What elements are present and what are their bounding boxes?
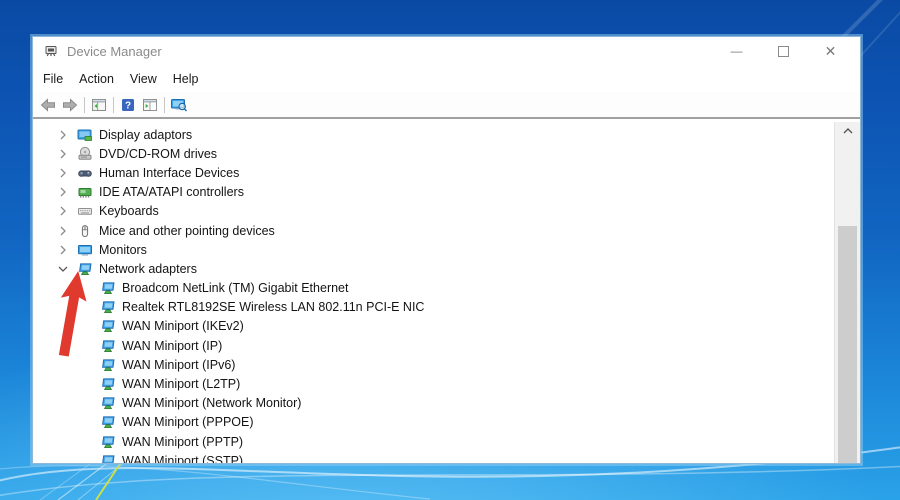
device-tree: Display adaptors DVD/CD-ROM drives Human I… <box>33 122 835 463</box>
tree-item-label: IDE ATA/ATAPI controllers <box>99 185 244 200</box>
tree-item[interactable]: WAN Miniport (Network Monitor) <box>33 394 835 413</box>
monitor-icon <box>77 242 93 258</box>
tree-item-label: Human Interface Devices <box>99 165 240 180</box>
tree-item[interactable]: Broadcom NetLink (TM) Gigabit Ethernet <box>33 279 835 298</box>
tree-item[interactable]: IDE ATA/ATAPI controllers <box>33 183 835 202</box>
scan-hardware-button[interactable] <box>168 94 190 116</box>
device-manager-icon <box>43 43 59 59</box>
tree-item-label: Broadcom NetLink (TM) Gigabit Ethernet <box>122 281 349 296</box>
tree-item-label: WAN Miniport (Network Monitor) <box>122 396 302 411</box>
properties-button[interactable] <box>139 94 161 116</box>
tree-item[interactable]: Human Interface Devices <box>33 163 835 182</box>
chevron-right-icon[interactable] <box>55 203 71 219</box>
help-button[interactable]: ? <box>117 94 139 116</box>
menu-bar: File Action View Help <box>33 65 860 92</box>
tree-item[interactable]: Realtek RTL8192SE Wireless LAN 802.11n P… <box>33 298 835 317</box>
tree-item-label: WAN Miniport (IKEv2) <box>122 319 244 334</box>
device-manager-window: Device Manager — ✕ File Action View Help… <box>32 36 861 464</box>
tree-item-label: WAN Miniport (PPTP) <box>122 434 244 449</box>
tree-item[interactable]: WAN Miniport (SSTP) <box>33 451 835 463</box>
tree-item-label: Monitors <box>99 242 147 257</box>
network-adapter-icon <box>100 299 116 315</box>
scrollbar-thumb[interactable] <box>838 226 857 463</box>
tree-item-label: WAN Miniport (IP) <box>122 338 223 353</box>
window-title: Device Manager <box>67 43 162 59</box>
menu-view[interactable]: View <box>122 72 165 86</box>
tree-item[interactable]: Network adapters <box>33 259 835 278</box>
maximize-icon <box>778 45 789 57</box>
tree-item[interactable]: WAN Miniport (PPPOE) <box>33 413 835 432</box>
network-adapter-icon <box>100 434 116 450</box>
tree-item[interactable]: WAN Miniport (PPTP) <box>33 432 835 451</box>
maximize-button[interactable] <box>760 37 807 65</box>
network-adapter-icon <box>100 318 116 334</box>
tree-item[interactable]: DVD/CD-ROM drives <box>33 144 835 163</box>
chevron-right-icon[interactable] <box>55 127 71 143</box>
tree-item-label: WAN Miniport (IPv6) <box>122 357 236 372</box>
chevron-right-icon[interactable] <box>55 146 71 162</box>
chevron-right-icon[interactable] <box>55 223 71 239</box>
dvd-drive-icon <box>77 146 93 162</box>
tree-item-label: WAN Miniport (SSTP) <box>122 453 244 463</box>
menu-file[interactable]: File <box>35 72 71 86</box>
tree-item-label: Network adapters <box>99 261 197 276</box>
network-adapter-icon <box>100 357 116 373</box>
tree-item[interactable]: WAN Miniport (IKEv2) <box>33 317 835 336</box>
tree-item[interactable]: Monitors <box>33 240 835 259</box>
toolbar-separator <box>164 96 165 113</box>
hid-device-icon <box>77 165 93 181</box>
title-bar[interactable]: Device Manager — ✕ <box>33 37 860 65</box>
network-adapter-icon <box>100 453 116 463</box>
tree-item-label: Realtek RTL8192SE Wireless LAN 802.11n P… <box>122 300 425 315</box>
chevron-right-icon[interactable] <box>55 242 71 258</box>
network-adapter-icon <box>100 338 116 354</box>
minimize-button[interactable]: — <box>713 37 760 65</box>
tree-item-label: Mice and other pointing devices <box>99 223 275 238</box>
chevron-right-icon[interactable] <box>55 165 71 181</box>
vertical-scrollbar[interactable] <box>834 122 860 463</box>
toolbar: ? <box>33 92 860 119</box>
tree-item-label: WAN Miniport (L2TP) <box>122 377 241 392</box>
display-adapter-icon <box>77 127 93 143</box>
tree-item-label: Keyboards <box>99 204 159 219</box>
tree-item[interactable]: WAN Miniport (IP) <box>33 336 835 355</box>
tree-item[interactable]: WAN Miniport (L2TP) <box>33 374 835 393</box>
chevron-right-icon[interactable] <box>55 184 71 200</box>
tree-item-label: DVD/CD-ROM drives <box>99 146 218 161</box>
network-adapter-icon <box>100 414 116 430</box>
mouse-icon <box>77 223 93 239</box>
menu-action[interactable]: Action <box>71 72 122 86</box>
tree-item[interactable]: Keyboards <box>33 202 835 221</box>
console-tree-button[interactable] <box>88 94 110 116</box>
keyboard-icon <box>77 203 93 219</box>
toolbar-separator <box>84 96 85 113</box>
tree-item[interactable]: Mice and other pointing devices <box>33 221 835 240</box>
forward-button[interactable] <box>59 94 81 116</box>
scroll-up-icon[interactable] <box>835 122 860 139</box>
back-button[interactable] <box>37 94 59 116</box>
close-button[interactable]: ✕ <box>807 37 854 65</box>
tree-item[interactable]: Display adaptors <box>33 125 835 144</box>
network-adapter-icon <box>100 376 116 392</box>
tree-item-label: Display adaptors <box>99 127 193 142</box>
window-controls: — ✕ <box>713 37 860 65</box>
network-adapter-icon <box>100 280 116 296</box>
tree-item-label: WAN Miniport (PPPOE) <box>122 415 254 430</box>
ide-controller-icon <box>77 184 93 200</box>
svg-text:?: ? <box>125 100 131 111</box>
tree-item[interactable]: WAN Miniport (IPv6) <box>33 355 835 374</box>
network-adapter-icon <box>100 395 116 411</box>
toolbar-separator <box>113 96 114 113</box>
menu-help[interactable]: Help <box>165 72 207 86</box>
